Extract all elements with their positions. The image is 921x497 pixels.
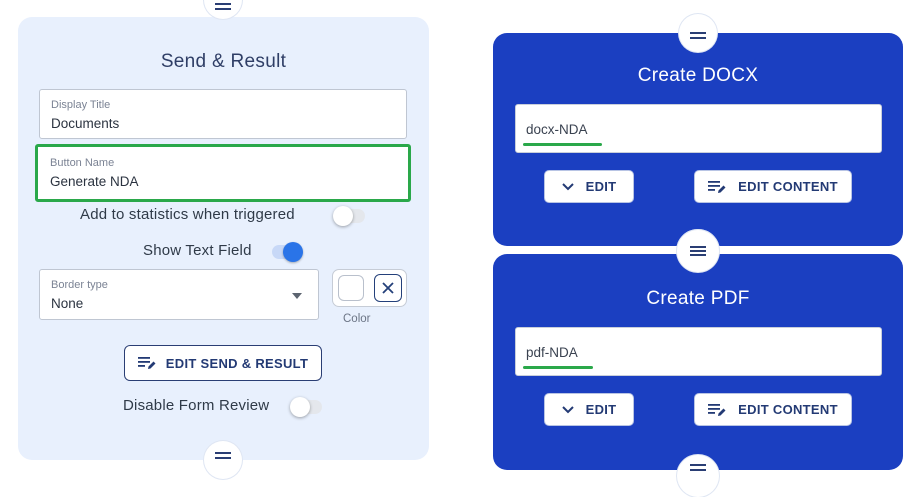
drag-handle-pdf-bottom[interactable] <box>677 455 719 497</box>
menu-lines-icon <box>215 452 231 459</box>
pdf-name-field[interactable]: pdf-NDA <box>515 327 882 376</box>
create-docx-title: Create DOCX <box>637 65 759 86</box>
drag-handle-docx-top[interactable] <box>679 14 717 52</box>
chevron-down-icon <box>561 182 574 190</box>
docx-edit-content-label: EDIT CONTENT <box>738 179 838 194</box>
drag-handle-bottom[interactable] <box>204 441 242 479</box>
button-name-field[interactable]: Button Name Generate NDA <box>35 144 411 202</box>
display-title-value: Documents <box>51 116 120 131</box>
edit-list-icon <box>708 403 726 416</box>
docx-edit-label: EDIT <box>585 179 617 194</box>
close-icon <box>382 282 394 294</box>
chevron-down-icon <box>561 405 574 413</box>
display-title-label: Display Title <box>51 99 111 111</box>
create-pdf-title: Create PDF <box>646 288 750 309</box>
toggle-knob <box>283 242 303 262</box>
toggle-knob <box>290 397 310 417</box>
show-text-field-toggle[interactable] <box>270 241 306 263</box>
disable-form-review-toggle[interactable] <box>290 396 324 418</box>
caret-down-icon <box>292 293 302 299</box>
send-result-title: Send & Result <box>160 51 287 72</box>
edit-list-icon <box>708 180 726 193</box>
display-title-field[interactable]: Display Title Documents <box>39 89 407 139</box>
toggle-knob <box>333 206 353 226</box>
color-picker[interactable] <box>332 269 407 307</box>
color-label: Color <box>343 313 371 325</box>
edit-send-result-label: EDIT SEND & RESULT <box>165 355 309 371</box>
docx-edit-button[interactable]: EDIT <box>544 170 634 203</box>
pdf-edit-content-label: EDIT CONTENT <box>738 402 838 417</box>
send-result-card <box>18 17 429 460</box>
disable-form-review-label: Disable Form Review <box>123 397 270 414</box>
docx-edit-content-button[interactable]: EDIT CONTENT <box>694 170 852 203</box>
border-type-select[interactable]: Border type None <box>39 269 319 320</box>
pdf-edit-label: EDIT <box>585 402 617 417</box>
edit-send-result-button[interactable]: EDIT SEND & RESULT <box>124 345 322 381</box>
border-type-label: Border type <box>51 279 108 291</box>
button-name-label: Button Name <box>50 157 115 169</box>
docx-name-field[interactable]: docx-NDA <box>515 104 882 153</box>
pdf-name-value: pdf-NDA <box>526 345 578 360</box>
menu-lines-icon <box>690 464 706 471</box>
add-to-statistics-toggle[interactable] <box>333 205 367 227</box>
clear-color-button[interactable] <box>374 274 402 302</box>
pdf-edit-content-button[interactable]: EDIT CONTENT <box>694 393 852 426</box>
edit-list-icon <box>137 357 156 369</box>
drag-handle-middle-overlay[interactable] <box>677 230 719 272</box>
docx-name-value: docx-NDA <box>526 122 588 137</box>
menu-lines-icon <box>690 246 706 256</box>
menu-lines-icon <box>690 32 706 39</box>
show-text-field-label: Show Text Field <box>143 242 252 259</box>
pdf-edit-button[interactable]: EDIT <box>544 393 634 426</box>
highlight-underline <box>523 366 593 369</box>
border-type-value: None <box>51 296 84 311</box>
menu-lines-icon <box>215 3 231 10</box>
add-to-statistics-label: Add to statistics when triggered <box>80 206 295 223</box>
color-swatch[interactable] <box>338 275 364 301</box>
highlight-underline <box>523 143 602 146</box>
button-name-value: Generate NDA <box>50 174 139 189</box>
